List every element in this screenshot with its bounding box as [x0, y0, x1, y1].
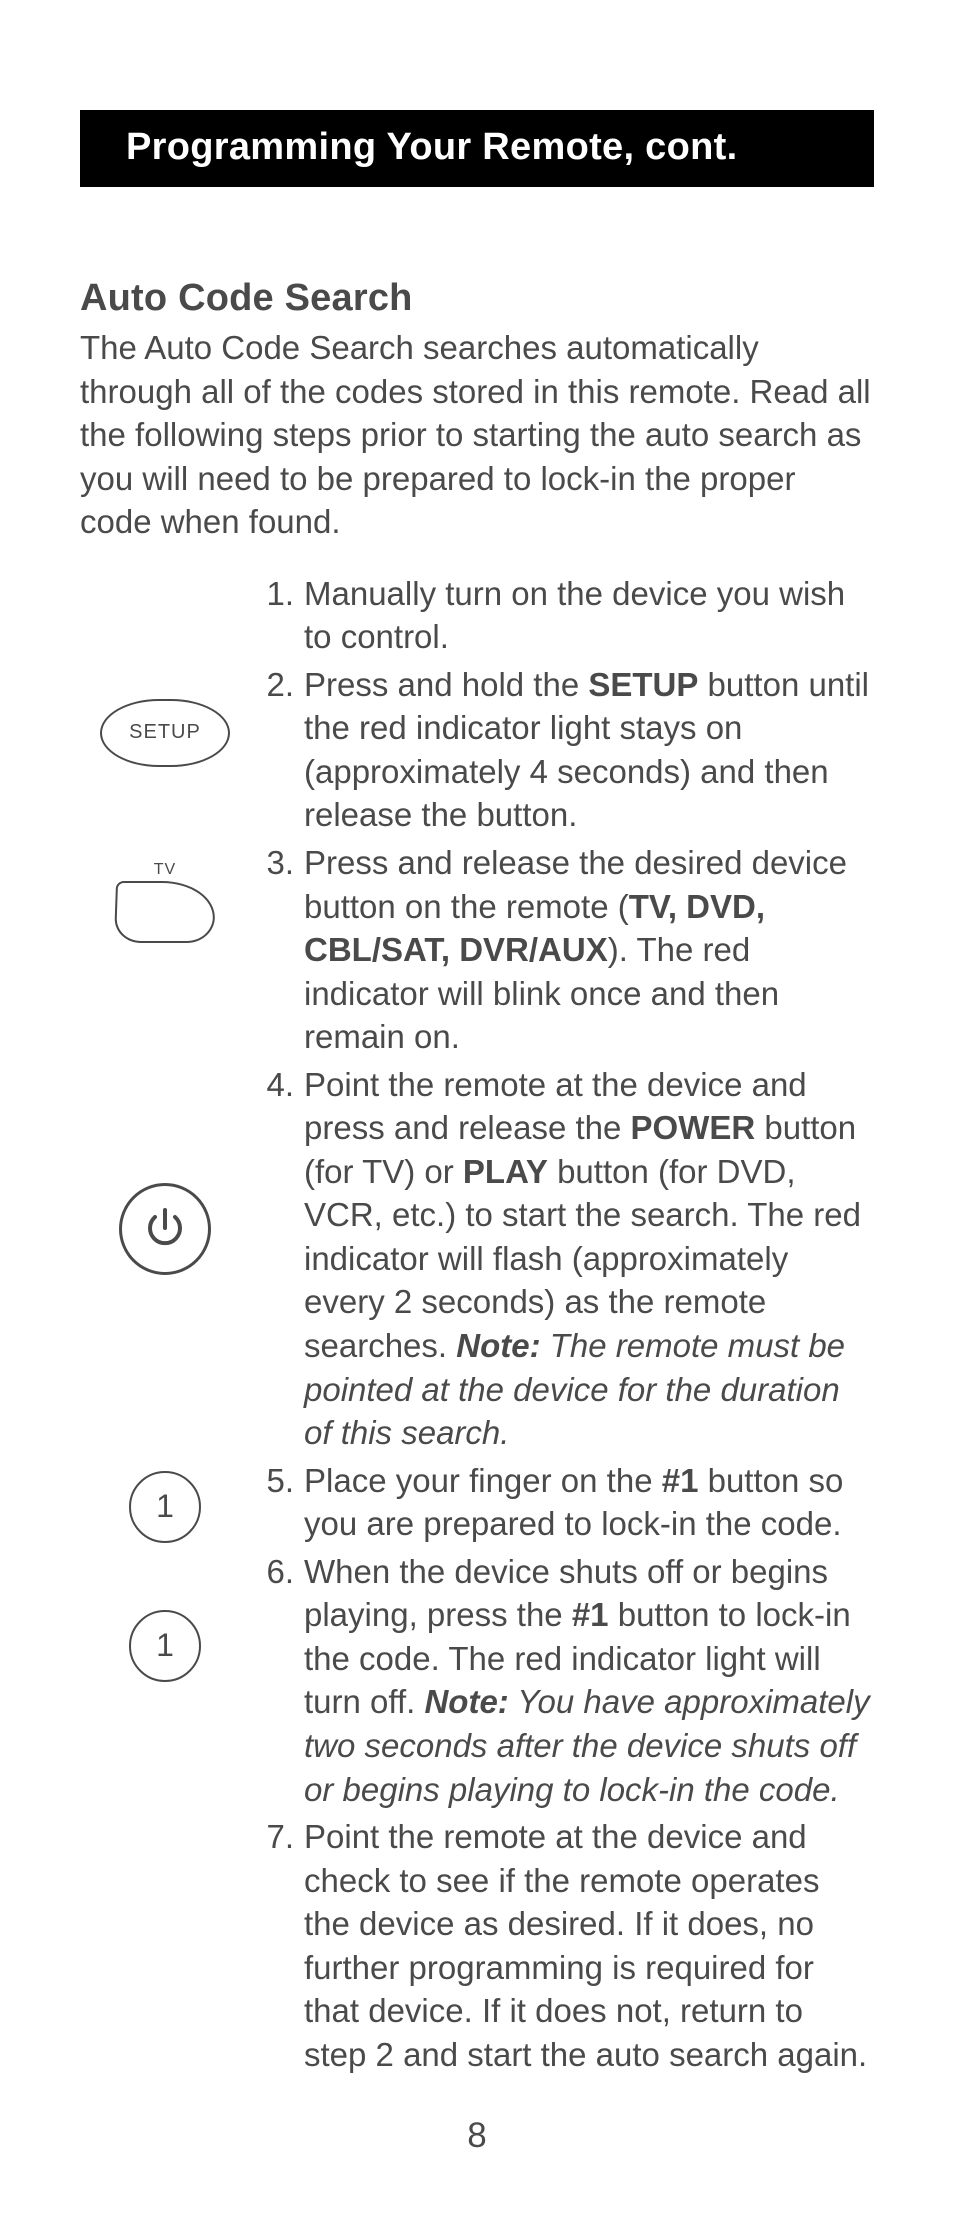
tv-button-shape — [114, 881, 216, 943]
step-3-text: Press and release the desired device but… — [304, 841, 874, 1059]
page-number: 8 — [80, 2116, 874, 2156]
step-4-note-label: Note: — [456, 1327, 540, 1364]
number-1-button-icon: 1 — [129, 1610, 201, 1682]
step-6-b1: #1 — [572, 1596, 609, 1633]
step-2-icon-col: SETUP — [80, 663, 250, 767]
tv-button-label: TV — [154, 861, 176, 879]
step-7: 7. Point the remote at the device and ch… — [80, 1815, 874, 2076]
setup-button-icon: SETUP — [100, 699, 230, 767]
step-2-t1: Press and hold the — [304, 666, 588, 703]
power-icon — [140, 1204, 190, 1254]
step-6-number: 6. — [250, 1550, 304, 1594]
step-4-text: Point the remote at the device and press… — [304, 1063, 874, 1455]
power-button-icon — [119, 1183, 211, 1275]
step-5-number: 5. — [250, 1459, 304, 1503]
step-5-t1: Place your finger on the — [304, 1462, 662, 1499]
step-7-number: 7. — [250, 1815, 304, 1859]
step-2-b1: SETUP — [588, 666, 698, 703]
step-1-number: 1. — [250, 572, 304, 616]
page-header-bar: Programming Your Remote, cont. — [80, 110, 874, 187]
step-5-text: Place your finger on the #1 button so yo… — [304, 1459, 874, 1546]
step-2-text: Press and hold the SETUP button until th… — [304, 663, 874, 837]
step-3-number: 3. — [250, 841, 304, 885]
step-4: 4. Point the remote at the device and pr… — [80, 1063, 874, 1455]
step-5-icon-col: 1 — [80, 1459, 250, 1543]
step-2-number: 2. — [250, 663, 304, 707]
step-4-number: 4. — [250, 1063, 304, 1107]
tv-button-icon: TV — [115, 861, 215, 943]
step-6-icon-col: 1 — [80, 1550, 250, 1682]
step-5-b1: #1 — [662, 1462, 699, 1499]
step-1: 1. Manually turn on the device you wish … — [80, 572, 874, 659]
step-3: TV 3. Press and release the desired devi… — [80, 841, 874, 1059]
step-2: SETUP 2. Press and hold the SETUP button… — [80, 663, 874, 837]
step-7-text: Point the remote at the device and check… — [304, 1815, 874, 2076]
steps-list: 1. Manually turn on the device you wish … — [80, 572, 874, 2077]
step-6-text: When the device shuts off or begins play… — [304, 1550, 874, 1811]
step-4-icon-col — [80, 1063, 250, 1275]
step-3-icon-col: TV — [80, 841, 250, 943]
section-intro: The Auto Code Search searches automatica… — [80, 326, 874, 544]
step-4-b1: POWER — [631, 1109, 756, 1146]
step-6-note-label: Note: — [424, 1683, 508, 1720]
section-title: Auto Code Search — [80, 277, 874, 320]
step-4-b2: PLAY — [463, 1153, 548, 1190]
number-1-button-icon: 1 — [129, 1471, 201, 1543]
step-5: 1 5. Place your finger on the #1 button … — [80, 1459, 874, 1546]
step-1-text: Manually turn on the device you wish to … — [304, 572, 874, 659]
step-6: 1 6. When the device shuts off or begins… — [80, 1550, 874, 1811]
step-3-t1: Press and release the desired device but… — [304, 844, 847, 925]
